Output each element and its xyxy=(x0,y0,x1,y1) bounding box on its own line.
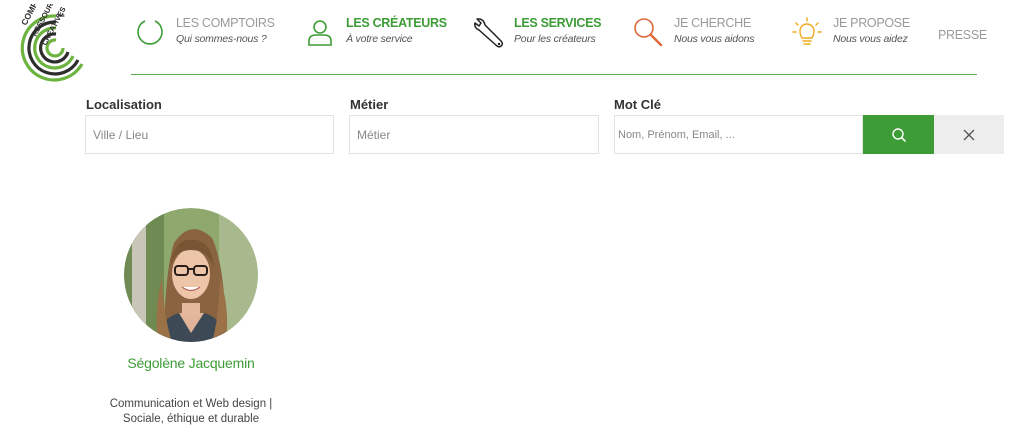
site-logo[interactable]: COMPTOIR des RESSOURCES CRÉATIVES xyxy=(12,0,92,92)
search-button[interactable] xyxy=(863,115,934,154)
lightbulb-icon xyxy=(787,12,827,52)
nav-item-createurs[interactable]: LES CRÉATEURS À votre service xyxy=(300,12,447,60)
result-description: Communication et Web design | Sociale, é… xyxy=(109,398,273,425)
location-input[interactable] xyxy=(86,116,333,153)
nav-subtitle-comptoirs: Qui sommes-nous ? xyxy=(176,33,267,45)
circle-icon xyxy=(130,12,170,52)
nav-item-propose[interactable]: JE PROPOSE Nous vous aidez xyxy=(787,12,910,60)
result-name[interactable]: Ségolène Jacquemin xyxy=(88,355,294,371)
location-field xyxy=(85,115,334,154)
nav-title-createurs: LES CRÉATEURS xyxy=(346,16,447,30)
nav-title-cherche: JE CHERCHE xyxy=(674,16,751,30)
nav-title-presse: PRESSE xyxy=(938,28,987,42)
nav-item-presse[interactable]: PRESSE xyxy=(938,12,987,60)
main-nav: LES COMPTOIRS Qui sommes-nous ? LES CRÉA… xyxy=(130,12,987,60)
keyword-input[interactable] xyxy=(615,116,862,153)
nav-subtitle-propose: Nous vous aidez xyxy=(833,33,908,45)
avatar[interactable] xyxy=(124,208,258,342)
job-field xyxy=(349,115,599,154)
keyword-field xyxy=(614,115,863,154)
nav-subtitle-services: Pour les créateurs xyxy=(514,33,596,45)
nav-title-propose: JE PROPOSE xyxy=(833,16,910,30)
job-input[interactable] xyxy=(350,116,598,153)
logo-graphic: COMPTOIR des RESSOURCES CRÉATIVES xyxy=(19,0,84,82)
location-label: Localisation xyxy=(86,97,162,112)
job-label: Métier xyxy=(350,97,389,112)
nav-subtitle-cherche: Nous vous aidons xyxy=(674,33,755,45)
nav-subtitle-createurs: À votre service xyxy=(346,33,413,45)
nav-divider xyxy=(131,74,977,75)
nav-item-cherche[interactable]: JE CHERCHE Nous vous aidons xyxy=(628,12,754,60)
nav-item-comptoirs[interactable]: LES COMPTOIRS Qui sommes-nous ? xyxy=(130,12,275,60)
magnifier-icon xyxy=(628,12,668,52)
wrench-icon xyxy=(468,12,508,52)
user-icon xyxy=(300,12,340,52)
result-card: Ségolène Jacquemin Communication et Web … xyxy=(88,206,294,427)
nav-title-services: LES SERVICES xyxy=(514,16,602,30)
clear-button[interactable] xyxy=(934,115,1004,154)
keyword-label: Mot Clé xyxy=(614,97,661,112)
nav-item-services[interactable]: LES SERVICES Pour les créateurs xyxy=(468,12,601,60)
nav-title-comptoirs: LES COMPTOIRS xyxy=(176,16,275,30)
search-icon xyxy=(891,127,906,142)
close-icon xyxy=(963,129,975,140)
